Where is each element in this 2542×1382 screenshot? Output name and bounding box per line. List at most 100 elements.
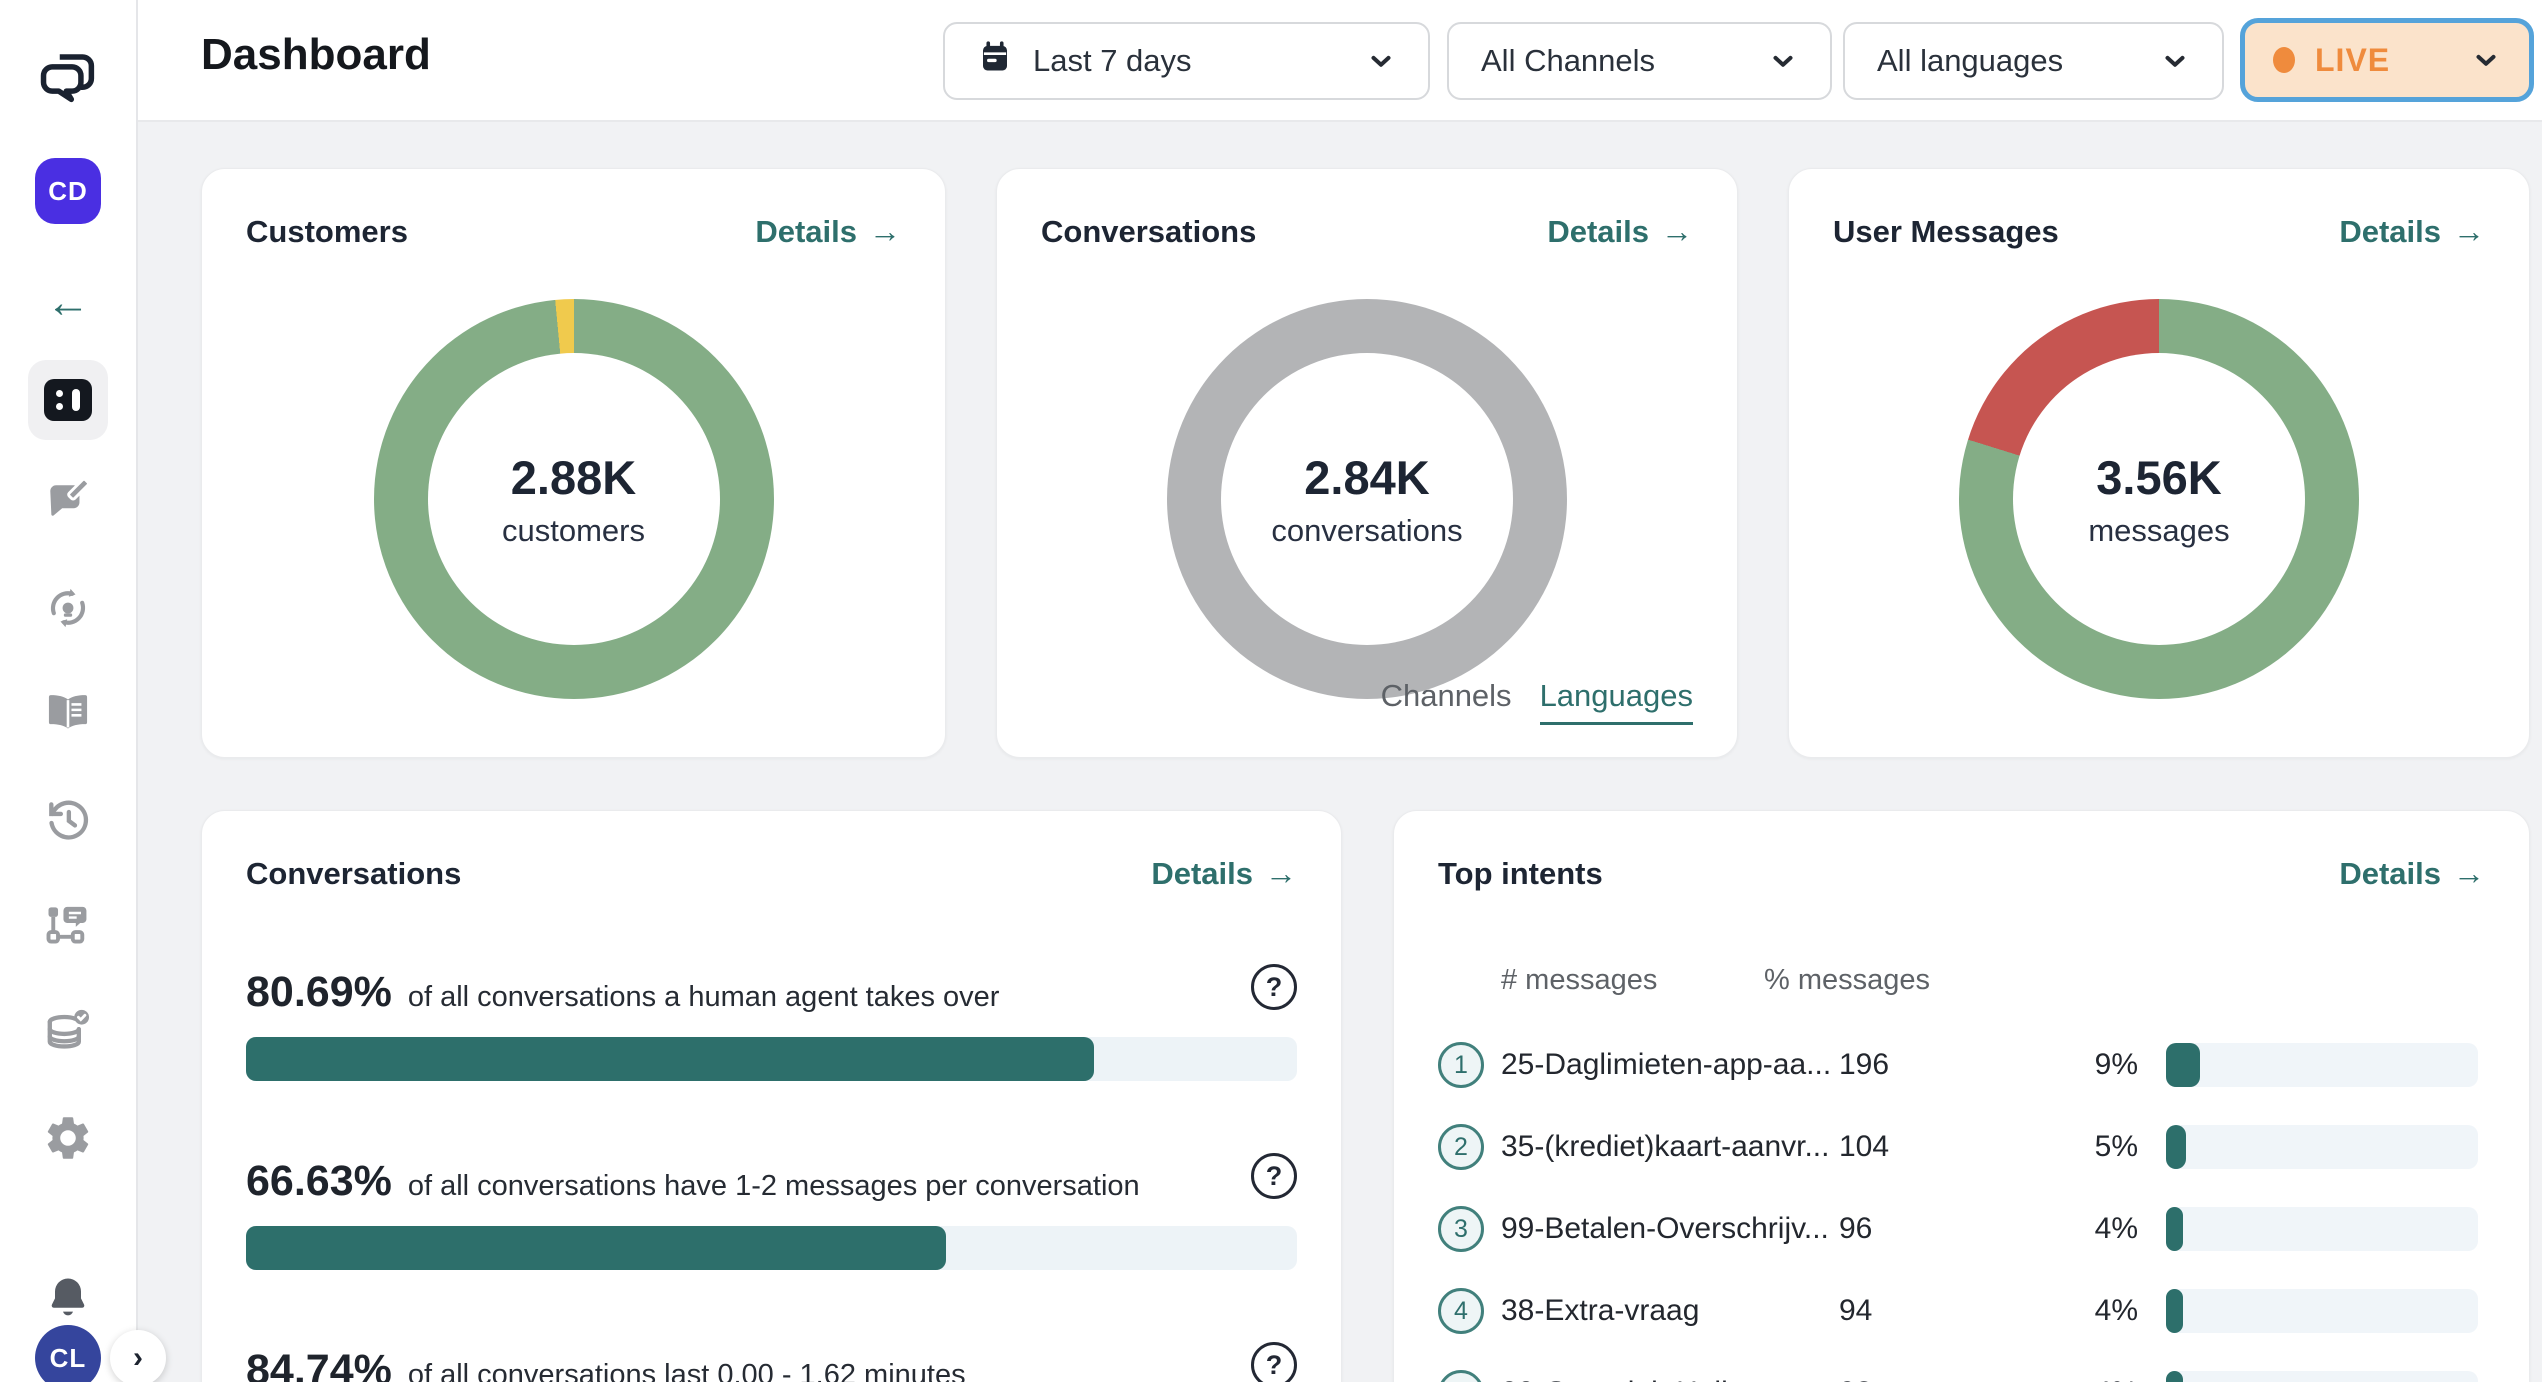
intent-bar-fill xyxy=(2166,1207,2183,1251)
intent-message-count: 196 xyxy=(1839,1048,1889,1082)
intent-bar-fill xyxy=(2166,1125,2186,1169)
sidebar-item-settings[interactable] xyxy=(42,1112,94,1164)
user-messages-card: User Messages Details → 3.56K messages xyxy=(1788,168,2530,758)
chat-bubbles-logo-icon xyxy=(35,46,101,112)
tab-languages[interactable]: Languages xyxy=(1540,678,1693,725)
sidebar-item-history[interactable] xyxy=(42,794,94,846)
arrow-right-icon: → xyxy=(1265,855,1297,892)
intent-row[interactable]: 2 35-(krediet)kaart-aanvr... 104 5% xyxy=(1438,1106,2485,1188)
customers-card: Customers Details → 2.88K customers xyxy=(201,168,946,758)
intent-pct: 4% xyxy=(1996,1212,2138,1246)
intent-row[interactable]: 4 38-Extra-vraag 94 4% xyxy=(1438,1270,2485,1352)
tab-channels[interactable]: Channels xyxy=(1381,678,1512,722)
live-label: LIVE xyxy=(2315,42,2390,79)
intent-name: 00-Generiek-Hallo xyxy=(1501,1376,1744,1382)
column-header-pct-messages: % messages xyxy=(1764,964,1930,997)
intent-row[interactable]: 5 00-Generiek-Hallo 93 4% xyxy=(1438,1352,2485,1382)
conversations-details-link[interactable]: Details → xyxy=(1547,213,1693,250)
intent-pct: 5% xyxy=(1996,1130,2138,1164)
date-range-select[interactable]: Last 7 days xyxy=(943,22,1430,100)
header: Dashboard Last 7 days All Channels xyxy=(138,0,2542,122)
active-item-highlight xyxy=(28,360,108,440)
sidebar-item-knowledge[interactable] xyxy=(42,688,94,740)
conversations-unit: conversations xyxy=(1271,513,1462,549)
arrow-right-icon: → xyxy=(1661,213,1693,250)
workspace-avatar[interactable]: CD xyxy=(35,158,101,224)
intent-row[interactable]: 3 99-Betalen-Overschrijv... 96 4% xyxy=(1438,1188,2485,1270)
conversations-card-title: Conversations xyxy=(1041,214,1256,250)
intent-message-count: 104 xyxy=(1839,1130,1889,1164)
stat-description: of all conversations have 1-2 messages p… xyxy=(408,1170,1140,1203)
user-messages-details-link[interactable]: Details → xyxy=(2339,213,2485,250)
top-intents-rows: 1 25-Daglimieten-app-aa... 196 9% 2 35-(… xyxy=(1438,1024,2485,1382)
app-logo[interactable] xyxy=(35,46,101,112)
conversation-stats-card: Conversations Details → 80.69% of all co… xyxy=(201,810,1342,1382)
conversations-value: 2.84K xyxy=(1304,450,1429,505)
languages-value: All languages xyxy=(1877,43,2063,79)
sidebar-item-automation[interactable] xyxy=(43,583,93,633)
sidebar-item-flows[interactable] xyxy=(42,900,94,952)
sidebar-item-notifications[interactable] xyxy=(42,1272,94,1324)
sidebar-item-back[interactable]: ← xyxy=(46,278,90,328)
sidebar: CD ← xyxy=(0,0,138,1382)
intent-message-count: 93 xyxy=(1839,1376,1872,1382)
automation-loop-icon xyxy=(43,583,93,633)
intent-name: 25-Daglimieten-app-aa... xyxy=(1501,1048,1831,1082)
intent-bar-fill xyxy=(2166,1371,2183,1382)
user-messages-value: 3.56K xyxy=(2096,450,2221,505)
intent-name: 35-(krediet)kaart-aanvr... xyxy=(1501,1130,1829,1164)
intent-bar-track xyxy=(2166,1043,2478,1087)
sidebar-expand-button[interactable]: › xyxy=(110,1330,166,1382)
bell-icon xyxy=(42,1272,94,1324)
stat-description: of all conversations last 0.00 - 1.62 mi… xyxy=(408,1359,966,1382)
stat-value: 80.69% xyxy=(246,968,392,1017)
intent-name: 38-Extra-vraag xyxy=(1501,1294,1699,1328)
flow-nodes-icon xyxy=(42,900,94,952)
help-icon[interactable]: ? xyxy=(1251,964,1297,1010)
rank-badge: 5 xyxy=(1438,1370,1484,1382)
user-avatar[interactable]: CL xyxy=(35,1325,101,1382)
stats-details-link[interactable]: Details → xyxy=(1151,855,1297,892)
intent-row[interactable]: 1 25-Daglimieten-app-aa... 196 9% xyxy=(1438,1024,2485,1106)
languages-select[interactable]: All languages xyxy=(1843,22,2224,100)
user-messages-unit: messages xyxy=(2088,513,2229,549)
stat-conversation-duration: 84.74% of all conversations last 0.00 - … xyxy=(246,1346,1297,1382)
live-status-dot-icon xyxy=(2273,47,2295,73)
arrow-right-icon: → xyxy=(2453,213,2485,250)
progress-track xyxy=(246,1037,1297,1081)
intent-bar-track xyxy=(2166,1289,2478,1333)
customers-value: 2.88K xyxy=(511,450,636,505)
workspace-avatar-initials: CD xyxy=(35,158,101,224)
conversations-card: Conversations Details → 2.84K conversati… xyxy=(996,168,1738,758)
main-content: Customers Details → 2.88K customers xyxy=(138,122,2542,1382)
help-icon[interactable]: ? xyxy=(1251,1342,1297,1382)
help-icon[interactable]: ? xyxy=(1251,1153,1297,1199)
customers-card-title: Customers xyxy=(246,214,408,250)
intent-pct: 9% xyxy=(1996,1048,2138,1082)
rank-badge: 1 xyxy=(1438,1042,1484,1088)
sidebar-item-conversations[interactable] xyxy=(43,478,93,528)
customers-details-link[interactable]: Details → xyxy=(755,213,901,250)
intent-message-count: 96 xyxy=(1839,1212,1872,1246)
rank-badge: 2 xyxy=(1438,1124,1484,1170)
user-messages-donut-chart: 3.56K messages xyxy=(1959,299,2359,699)
channels-select[interactable]: All Channels xyxy=(1447,22,1832,100)
history-clock-icon xyxy=(42,794,94,846)
intent-bar-track xyxy=(2166,1371,2478,1382)
top-intents-details-link[interactable]: Details → xyxy=(2339,855,2485,892)
environment-select-live[interactable]: LIVE xyxy=(2240,18,2534,102)
chevron-down-icon xyxy=(1366,46,1396,76)
database-check-icon xyxy=(42,1004,94,1056)
open-book-icon xyxy=(42,688,94,740)
intent-bar-fill xyxy=(2166,1289,2183,1333)
stat-description: of all conversations a human agent takes… xyxy=(408,981,1000,1014)
intent-bar-fill xyxy=(2166,1043,2200,1087)
arrow-right-icon: → xyxy=(869,213,901,250)
stat-value: 66.63% xyxy=(246,1157,392,1206)
sidebar-item-analytics-active[interactable] xyxy=(28,360,108,440)
progress-fill xyxy=(246,1037,1094,1081)
user-messages-card-title: User Messages xyxy=(1833,214,2059,250)
channels-value: All Channels xyxy=(1481,43,1655,79)
rank-badge: 3 xyxy=(1438,1206,1484,1252)
sidebar-item-data[interactable] xyxy=(42,1004,94,1056)
